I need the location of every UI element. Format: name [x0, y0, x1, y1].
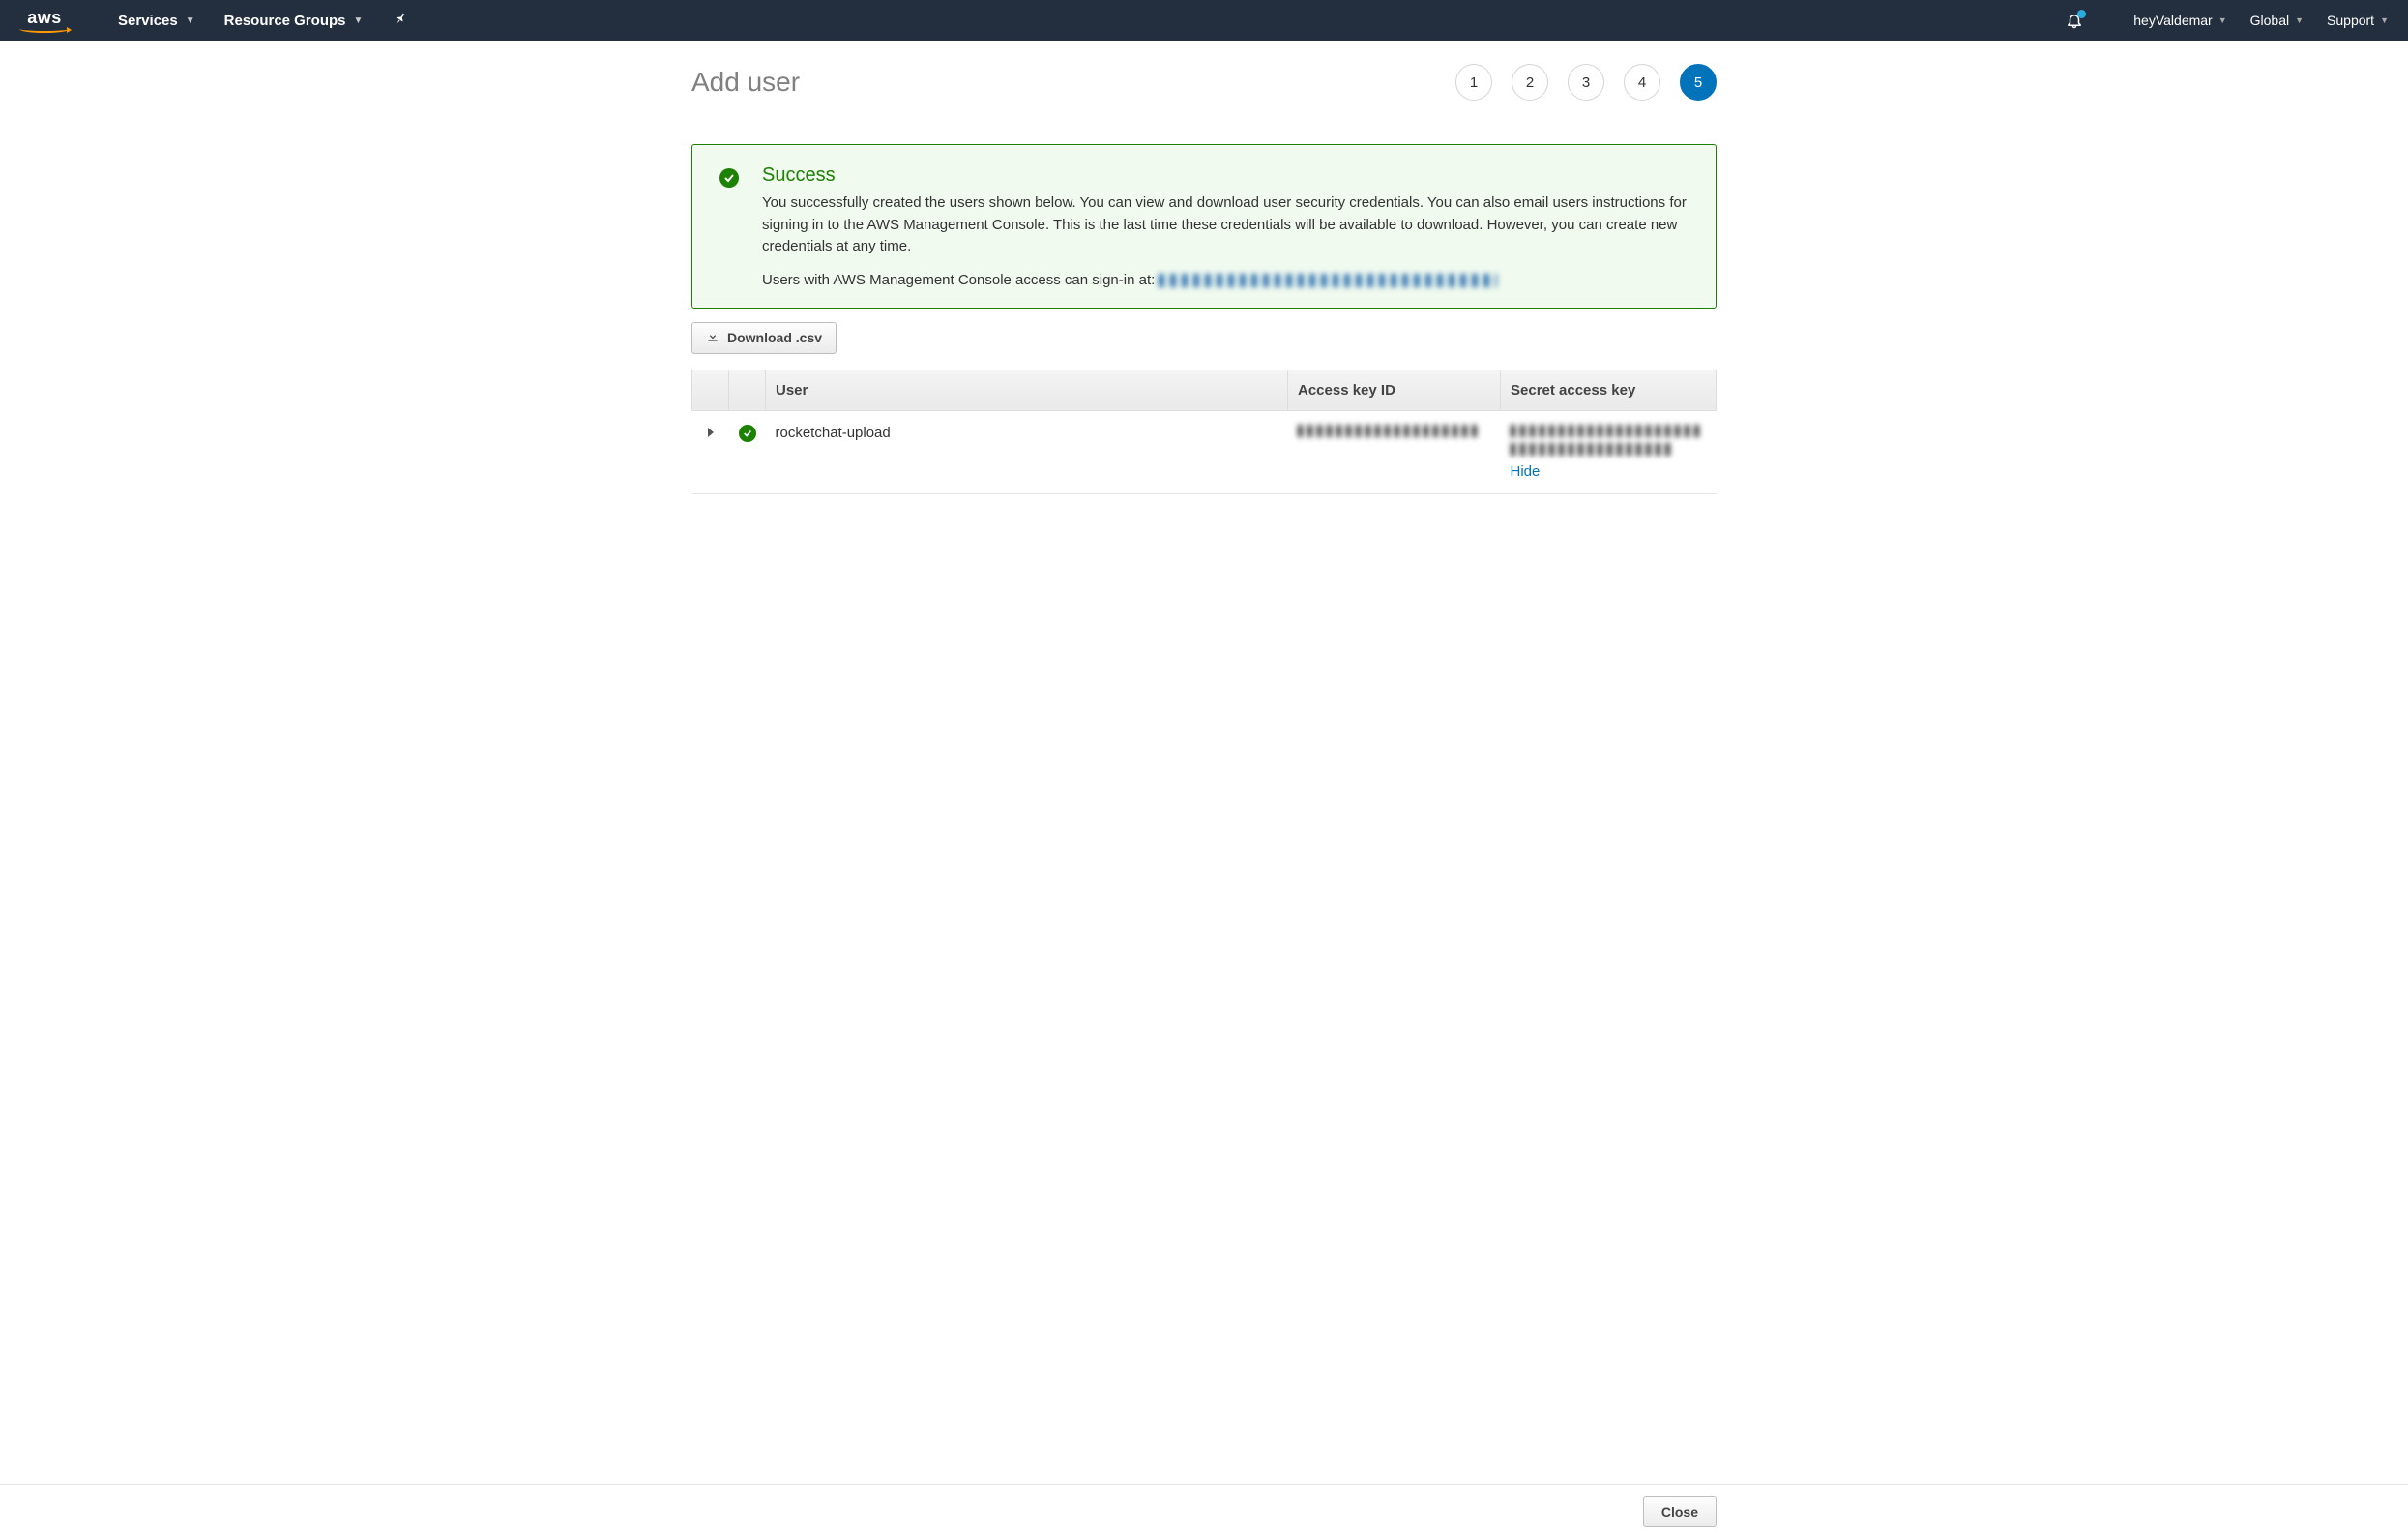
- footer-bar: Close: [0, 1484, 2408, 1538]
- wizard-steps: 1 2 3 4 5: [1455, 64, 1717, 101]
- alert-text: You successfully created the users shown…: [762, 192, 1689, 258]
- success-check-icon: [719, 168, 739, 188]
- signin-url-redacted[interactable]: [1159, 274, 1497, 287]
- wizard-step-1[interactable]: 1: [1455, 64, 1492, 101]
- notification-dot: [2077, 10, 2086, 18]
- col-secret-key-header: Secret access key: [1501, 370, 1717, 410]
- nav-services-label: Services: [118, 13, 178, 29]
- aws-logo[interactable]: aws: [19, 9, 70, 33]
- download-icon: [706, 330, 719, 346]
- chevron-down-icon: ▼: [2380, 15, 2389, 25]
- close-button[interactable]: Close: [1643, 1496, 1717, 1527]
- caret-right-icon: [708, 428, 714, 437]
- row-user-name: rocketchat-upload: [766, 410, 1288, 493]
- page-header: Add user 1 2 3 4 5: [691, 64, 1717, 101]
- page-container: Add user 1 2 3 4 5 Success You successfu…: [691, 41, 1717, 494]
- pin-icon[interactable]: [388, 8, 412, 33]
- secret-key-redacted-line1: [1511, 425, 1699, 437]
- chevron-down-icon: ▼: [186, 15, 195, 26]
- row-access-key: [1288, 410, 1501, 493]
- secret-key-redacted-line2: [1511, 443, 1675, 456]
- col-access-key-header: Access key ID: [1288, 370, 1501, 410]
- wizard-step-5[interactable]: 5: [1680, 64, 1717, 101]
- nav-resource-groups[interactable]: Resource Groups ▼: [224, 13, 364, 29]
- nav-region[interactable]: Global ▼: [2250, 13, 2304, 28]
- nav-resource-groups-label: Resource Groups: [224, 13, 346, 29]
- download-csv-label: Download .csv: [727, 330, 822, 345]
- nav-account[interactable]: heyValdemar ▼: [2133, 13, 2226, 28]
- users-table: User Access key ID Secret access key roc…: [691, 370, 1717, 494]
- col-expand-header: [692, 370, 729, 410]
- table-row: rocketchat-upload Hide: [692, 410, 1717, 493]
- alert-signin-prefix: Users with AWS Management Console access…: [762, 272, 1155, 288]
- wizard-step-2[interactable]: 2: [1512, 64, 1548, 101]
- wizard-step-4[interactable]: 4: [1624, 64, 1660, 101]
- nav-services[interactable]: Services ▼: [118, 13, 195, 29]
- row-status: [729, 410, 766, 493]
- col-user-header: User: [766, 370, 1288, 410]
- status-success-icon: [739, 425, 756, 442]
- col-status-header: [729, 370, 766, 410]
- row-expand-toggle[interactable]: [692, 410, 729, 493]
- chevron-down-icon: ▼: [354, 15, 364, 26]
- row-secret-key: Hide: [1501, 410, 1717, 493]
- page-title: Add user: [691, 67, 800, 98]
- nav-account-label: heyValdemar: [2133, 13, 2212, 28]
- top-nav: aws Services ▼ Resource Groups ▼ heyVald…: [0, 0, 2408, 41]
- alert-title: Success: [762, 164, 1689, 187]
- chevron-down-icon: ▼: [2295, 15, 2304, 25]
- access-key-redacted: [1298, 425, 1477, 437]
- download-csv-button[interactable]: Download .csv: [691, 322, 837, 354]
- success-alert: Success You successfully created the use…: [691, 144, 1717, 309]
- nav-region-label: Global: [2250, 13, 2289, 28]
- aws-logo-swoosh: [19, 25, 70, 33]
- nav-support-label: Support: [2327, 13, 2374, 28]
- alert-signin-row: Users with AWS Management Console access…: [762, 272, 1689, 288]
- nav-support[interactable]: Support ▼: [2327, 13, 2389, 28]
- hide-secret-link[interactable]: Hide: [1511, 463, 1541, 480]
- aws-logo-text: aws: [27, 9, 62, 26]
- notifications-icon[interactable]: [2066, 12, 2083, 29]
- wizard-step-3[interactable]: 3: [1568, 64, 1604, 101]
- chevron-down-icon: ▼: [2218, 15, 2227, 25]
